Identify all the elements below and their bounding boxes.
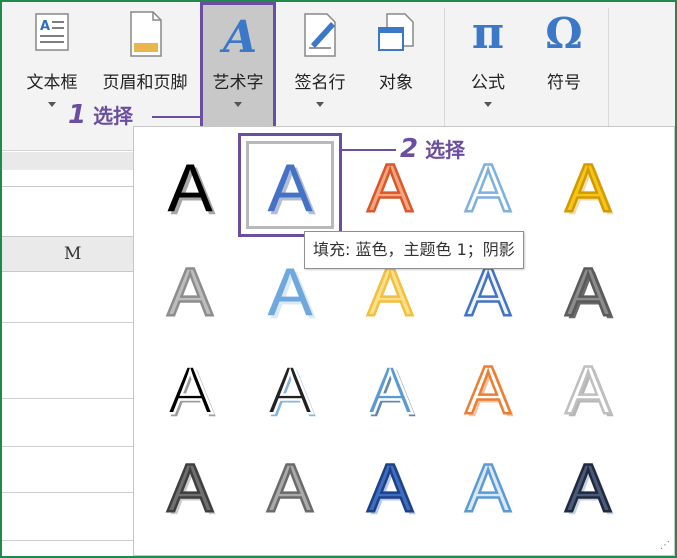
- wordart-style-option[interactable]: AA: [540, 143, 636, 223]
- header-footer-icon: [130, 11, 162, 57]
- svg-text:A: A: [565, 150, 611, 223]
- chevron-down-icon[interactable]: [484, 102, 492, 107]
- svg-text:A: A: [167, 150, 213, 223]
- sheet-gap: [2, 170, 136, 187]
- callout-step-1-number: 1: [68, 100, 87, 130]
- textbox-label: 文本框: [26, 73, 78, 93]
- header-footer-label: 页眉和页脚: [102, 73, 188, 93]
- wordart-button[interactable]: A 艺术字: [200, 2, 276, 130]
- worksheet-area: M: [2, 152, 136, 556]
- callout-line-2: [342, 149, 396, 151]
- svg-text:A: A: [167, 450, 213, 523]
- wordart-style-option[interactable]: AA: [242, 345, 338, 425]
- wordart-style-preview-icon: A: [464, 449, 513, 523]
- row-line: [2, 322, 136, 323]
- window: A 文本框 页眉和页脚 A 艺术字 签名行 对象 π 公式 Ω 符号 1 选择 …: [0, 0, 677, 558]
- wordart-style-option[interactable]: AA: [440, 345, 536, 425]
- wordart-style-option[interactable]: AA: [142, 443, 238, 523]
- wordart-style-preview-icon: AA: [366, 449, 416, 523]
- svg-text:A: A: [40, 19, 50, 34]
- equation-label: 公式: [471, 73, 505, 93]
- chevron-down-icon[interactable]: [316, 102, 324, 107]
- svg-text:A: A: [219, 12, 257, 60]
- row-line: [2, 446, 136, 447]
- wordart-style-option[interactable]: A: [440, 443, 536, 523]
- signature-line-button[interactable]: 签名行: [282, 2, 358, 130]
- svg-text:A: A: [367, 352, 413, 425]
- equation-button[interactable]: π 公式: [450, 2, 526, 130]
- svg-text:A: A: [465, 450, 511, 523]
- signature-line-label: 签名行: [294, 73, 346, 93]
- wordart-style-preview-icon: AA: [564, 149, 614, 223]
- callout-step-1-text: 选择: [93, 104, 134, 128]
- svg-text:A: A: [367, 450, 413, 523]
- formula-bar: [2, 152, 136, 171]
- wordart-style-option[interactable]: AA: [342, 345, 438, 425]
- wordart-style-option[interactable]: AA: [540, 345, 636, 425]
- wordart-style-preview-icon: AA: [564, 351, 614, 425]
- symbol-label: 符号: [547, 73, 581, 93]
- equation-icon: π: [471, 8, 505, 59]
- wordart-style-preview-icon: AA: [464, 351, 514, 425]
- wordart-style-preview-icon: AA: [564, 449, 614, 523]
- chevron-down-icon[interactable]: [48, 102, 56, 107]
- wordart-style-preview-icon: AA: [366, 351, 416, 425]
- style-tooltip: 填充: 蓝色，主题色 1；阴影: [304, 231, 524, 269]
- wordart-style-preview-icon: A: [166, 253, 215, 327]
- symbol-icon: Ω: [545, 9, 583, 58]
- callout-step-2-text: 选择: [425, 138, 466, 162]
- wordart-style-option[interactable]: AA: [142, 143, 238, 223]
- svg-text:A: A: [465, 150, 511, 223]
- wordart-style-option[interactable]: A: [142, 247, 238, 327]
- callout-step-2: 2 选择: [400, 134, 465, 164]
- wordart-style-option[interactable]: A: [242, 443, 338, 523]
- callout-step-2-number: 2: [400, 134, 419, 164]
- textbox-icon: A: [35, 13, 69, 51]
- row-line: [2, 492, 136, 493]
- resize-grip-icon[interactable]: ⋰: [660, 540, 670, 551]
- object-icon: [378, 13, 414, 51]
- wordart-icon: A: [219, 12, 257, 60]
- svg-text:A: A: [167, 352, 213, 425]
- wordart-gallery: AAAAAAAAAAAAAAAAAAAAAAAAAAAAAAAAA 填充: 蓝色…: [133, 126, 675, 556]
- wordart-style-preview-icon: AA: [564, 253, 614, 327]
- symbol-button[interactable]: Ω 符号: [526, 2, 602, 130]
- column-header-label: M: [64, 244, 82, 264]
- wordart-style-option[interactable]: AA: [540, 443, 636, 523]
- svg-text:A: A: [167, 254, 213, 327]
- row-line: [2, 540, 136, 541]
- wordart-label: 艺术字: [212, 73, 264, 93]
- wordart-style-option[interactable]: AA: [142, 345, 238, 425]
- wordart-style-preview-icon: AA: [167, 150, 216, 223]
- signature-line-icon: [304, 13, 336, 57]
- svg-text:A: A: [267, 450, 313, 523]
- svg-text:A: A: [267, 352, 313, 425]
- object-label: 对象: [379, 73, 413, 93]
- svg-text:A: A: [565, 450, 611, 523]
- chevron-down-icon[interactable]: [234, 102, 242, 107]
- object-button[interactable]: 对象: [358, 2, 434, 130]
- wordart-style-option[interactable]: AA: [342, 443, 438, 523]
- wordart-style-preview-icon: AA: [166, 449, 216, 523]
- svg-text:A: A: [565, 352, 611, 425]
- row-line: [2, 398, 136, 399]
- svg-text:A: A: [465, 352, 511, 425]
- group-divider: [444, 8, 445, 126]
- group-divider: [608, 8, 609, 126]
- wordart-style-option[interactable]: AA: [540, 247, 636, 327]
- selected-style-highlight: [238, 133, 342, 237]
- svg-text:A: A: [565, 254, 611, 327]
- wordart-style-preview-icon: A: [266, 449, 315, 523]
- wordart-style-preview-icon: AA: [266, 351, 316, 425]
- column-header[interactable]: M: [2, 236, 136, 272]
- callout-line-1: [152, 116, 200, 118]
- wordart-style-preview-icon: AA: [166, 351, 216, 425]
- callout-step-1: 1 选择: [68, 100, 133, 130]
